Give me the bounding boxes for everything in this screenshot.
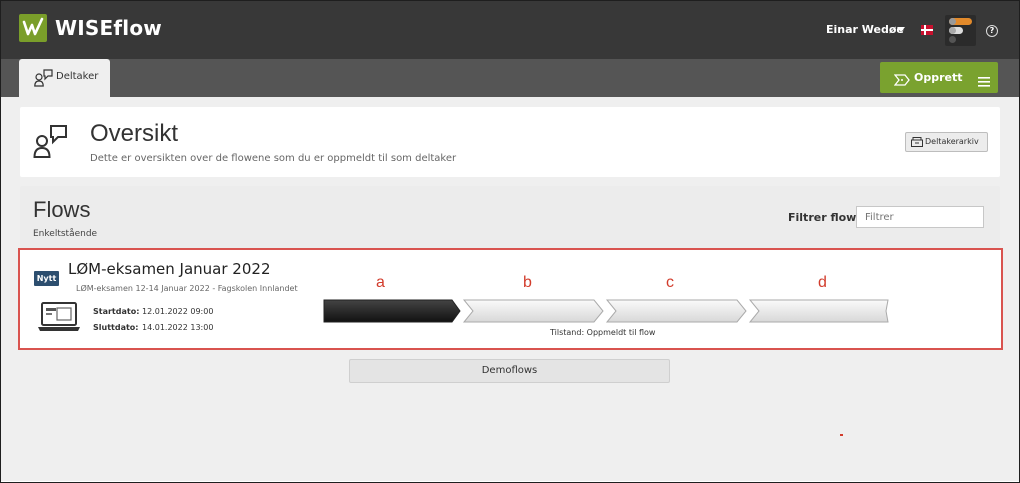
flows-panel: Flows Enkeltstående Filtrer flower (20, 186, 1000, 248)
annotation-mark (840, 434, 843, 436)
flow-arrow-icon (893, 71, 910, 90)
flow-state: Tilstand: Oppmeldt til flow (550, 328, 656, 337)
flows-subtitle: Enkeltstående (33, 229, 98, 239)
end-date-value: 14.01.2022 13:00 (142, 323, 214, 332)
flow-progress (323, 299, 889, 323)
flow-step-b (462, 299, 604, 323)
archive-icon (911, 137, 923, 147)
step-letter-d: d (818, 274, 827, 291)
start-date-value: 12.01.2022 09:00 (142, 307, 214, 316)
app-switcher-icon[interactable] (945, 15, 976, 46)
tab-deltaker[interactable]: Deltaker (19, 59, 110, 97)
end-date-label: Sluttdato: (93, 323, 139, 332)
create-button-label: Opprett (914, 71, 963, 84)
help-icon[interactable]: ? (986, 25, 998, 37)
new-badge: Nytt (34, 271, 59, 286)
start-date-label: Startdato: (93, 307, 140, 316)
create-button[interactable]: Opprett (880, 62, 998, 93)
flows-title: Flows (33, 197, 91, 222)
menu-icon[interactable] (978, 72, 990, 91)
top-bar: WISEflow Einar Wedøe ? (1, 1, 1019, 59)
archive-button-label: Deltakerarkiv (925, 137, 979, 146)
demoflows-button[interactable]: Demoflows (349, 359, 670, 383)
flow-step-c (605, 299, 747, 323)
participant-icon (33, 123, 69, 163)
page-description: Dette er oversikten over de flowene som … (90, 153, 457, 164)
tab-bar: Deltaker Opprett (1, 59, 1019, 97)
archive-button[interactable]: Deltakerarkiv (905, 132, 988, 152)
logo-text[interactable]: WISEflow (55, 16, 162, 40)
step-letter-b: b (523, 274, 532, 291)
step-letter-a: a (376, 274, 385, 291)
chevron-down-icon[interactable] (897, 27, 905, 32)
tab-label: Deltaker (56, 71, 99, 82)
flow-title[interactable]: LØM-eksamen Januar 2022 (68, 260, 271, 278)
overview-panel: Oversikt Dette er oversikten over de flo… (20, 107, 1000, 177)
participant-icon (34, 69, 54, 91)
flow-subtitle: LØM-eksamen 12-14 Januar 2022 - Fagskole… (76, 284, 298, 293)
norwegian-flag-icon[interactable] (921, 25, 933, 35)
laptop-icon (37, 302, 81, 336)
user-menu[interactable]: Einar Wedøe (826, 23, 904, 36)
flow-card[interactable]: Nytt LØM-eksamen Januar 2022 LØM-eksamen… (18, 248, 1003, 350)
flow-step-d (748, 299, 889, 323)
wiseflow-logo-icon[interactable] (19, 14, 47, 42)
filter-input[interactable] (856, 206, 984, 228)
flow-step-a (323, 299, 461, 323)
step-letter-c: c (666, 274, 674, 291)
page-title: Oversikt (90, 120, 179, 147)
